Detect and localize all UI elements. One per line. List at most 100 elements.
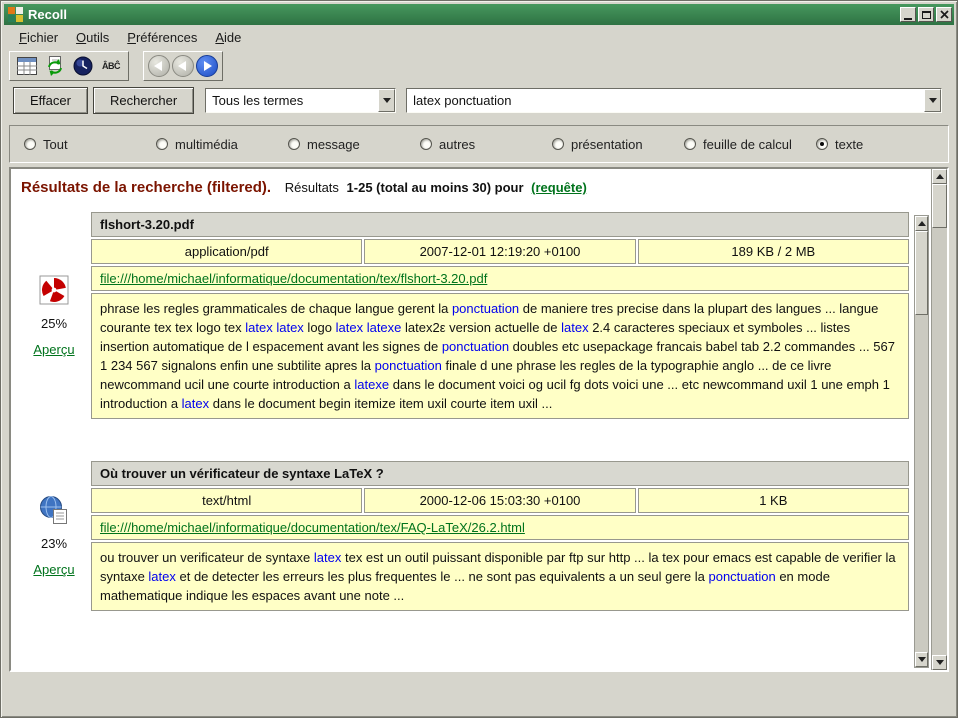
minimize-icon	[904, 18, 912, 20]
next-page-button[interactable]	[196, 55, 218, 77]
result-url-cell: file:///home/michael/informatique/docume…	[91, 515, 909, 540]
query-history-dropdown-button[interactable]	[924, 89, 941, 112]
query-input[interactable]: latex ponctuation	[406, 88, 942, 113]
term-explorer-button[interactable]: ÂBĈ	[98, 54, 124, 78]
result-title: flshort-3.20.pdf	[91, 212, 909, 237]
preview-link[interactable]: Aperçu	[33, 562, 74, 577]
filter-autres[interactable]: autres	[420, 137, 552, 152]
recoll-window: Recoll Fichier Outils Préférences Aide	[0, 0, 958, 718]
search-mode-select[interactable]: Tous les termes	[205, 88, 396, 113]
filter-tout[interactable]: Tout	[24, 137, 156, 152]
preview-link[interactable]: Aperçu	[33, 342, 74, 357]
minimize-button[interactable]	[900, 7, 916, 22]
result-mime: application/pdf	[91, 239, 362, 264]
scrollbar-thumb[interactable]	[915, 231, 928, 315]
list-scrollbar[interactable]	[914, 215, 929, 668]
filter-message[interactable]: message	[288, 137, 420, 152]
previous-page-button[interactable]	[172, 55, 194, 77]
results-area: Résultats de la recherche (filtered). Ré…	[9, 167, 949, 672]
title-bar[interactable]: Recoll	[4, 4, 954, 25]
scrollbar-track[interactable]	[932, 228, 947, 655]
clear-button[interactable]: Effacer	[13, 87, 88, 114]
scroll-up-button[interactable]	[932, 169, 947, 184]
menu-fichier[interactable]: Fichier	[11, 28, 68, 48]
chevron-down-icon	[383, 98, 391, 103]
result-abstract: ou trouver un verificateur de syntaxe la…	[91, 542, 909, 611]
arrow-left-icon	[154, 61, 162, 71]
results-summary: Résultats	[285, 180, 339, 195]
result-date: 2007-12-01 12:19:20 +0100	[364, 239, 635, 264]
result-table: flshort-3.20.pdf application/pdf 2007-12…	[91, 212, 909, 419]
toolbar-group-main: ÂBĈ	[9, 51, 129, 81]
arrow-down-icon	[918, 657, 926, 662]
filter-feuille-de-calcul[interactable]: feuille de calcul	[684, 137, 816, 152]
scrollbar-track[interactable]	[915, 315, 928, 652]
relevance-percent: 23%	[41, 536, 67, 551]
arrow-down-icon	[936, 660, 944, 665]
relevance-percent: 25%	[41, 316, 67, 331]
result-entry: 25% Aperçu flshort-3.20.pdf application/…	[17, 212, 909, 419]
result-gutter: 25% Aperçu	[17, 212, 91, 419]
clock-icon	[73, 56, 93, 76]
result-url-cell: file:///home/michael/informatique/docume…	[91, 266, 909, 291]
results-scrollbar[interactable]	[931, 169, 947, 670]
sort-by-date-button[interactable]	[70, 54, 96, 78]
chevron-down-icon	[929, 98, 937, 103]
document-refresh-icon	[45, 56, 65, 76]
results-count: 1-25 (total au moins 30) pour	[347, 180, 524, 195]
results-list: Résultats de la recherche (filtered). Ré…	[11, 169, 931, 670]
arrow-up-icon	[918, 221, 926, 226]
result-size: 189 KB / 2 MB	[638, 239, 909, 264]
menu-preferences[interactable]: Préférences	[119, 28, 207, 48]
menu-bar: Fichier Outils Préférences Aide	[5, 27, 953, 49]
result-url-link[interactable]: file:///home/michael/informatique/docume…	[100, 520, 525, 535]
scroll-down-button[interactable]	[915, 652, 928, 667]
filter-multimedia[interactable]: multimédia	[156, 137, 288, 152]
close-button[interactable]	[936, 7, 952, 22]
result-table: Où trouver un vérificateur de syntaxe La…	[91, 461, 909, 611]
first-page-button[interactable]	[148, 55, 170, 77]
maximize-icon	[922, 11, 931, 19]
result-mime: text/html	[91, 488, 362, 513]
arrow-up-icon	[936, 174, 944, 179]
result-title: Où trouver un vérificateur de syntaxe La…	[91, 461, 909, 486]
result-size: 1 KB	[638, 488, 909, 513]
toolbar: ÂBĈ	[9, 51, 223, 81]
result-abstract: phrase les regles grammaticales de chaqu…	[91, 293, 909, 419]
close-icon	[940, 10, 949, 19]
result-gutter: 23% Aperçu	[17, 461, 91, 611]
toolbar-group-navigation	[143, 51, 223, 81]
maximize-button[interactable]	[918, 7, 934, 22]
search-bar: Effacer Rechercher Tous les termes latex…	[13, 87, 942, 114]
radio-icon	[552, 138, 564, 150]
recoll-app-icon[interactable]	[8, 7, 23, 22]
radio-icon	[420, 138, 432, 150]
scrollbar-thumb[interactable]	[932, 184, 947, 228]
radio-icon	[816, 138, 828, 150]
result-date: 2000-12-06 15:03:30 +0100	[364, 488, 635, 513]
table-icon	[17, 57, 37, 75]
html-icon	[39, 495, 69, 525]
query-link[interactable]: (requête)	[531, 180, 587, 195]
results-table-button[interactable]	[14, 54, 40, 78]
menu-outils[interactable]: Outils	[68, 28, 119, 48]
spellcheck-icon: ÂBĈ	[102, 61, 120, 71]
filter-texte[interactable]: texte	[816, 137, 863, 152]
scroll-down-button[interactable]	[932, 655, 947, 670]
radio-icon	[24, 138, 36, 150]
scroll-up-button[interactable]	[915, 216, 928, 231]
category-filter-panel: Tout multimédia message autres présentat…	[9, 125, 949, 163]
window-controls	[900, 7, 952, 22]
menu-aide[interactable]: Aide	[207, 28, 251, 48]
window-title: Recoll	[28, 7, 895, 22]
update-index-button[interactable]	[42, 54, 68, 78]
filter-presentation[interactable]: présentation	[552, 137, 684, 152]
search-mode-dropdown-button[interactable]	[378, 89, 395, 112]
query-value: latex ponctuation	[407, 89, 924, 112]
result-url-link[interactable]: file:///home/michael/informatique/docume…	[100, 271, 487, 286]
radio-icon	[684, 138, 696, 150]
pdf-icon	[39, 275, 69, 305]
results-title: Résultats de la recherche (filtered).	[21, 179, 271, 196]
results-header: Résultats de la recherche (filtered). Ré…	[21, 179, 909, 196]
search-button[interactable]: Rechercher	[93, 87, 194, 114]
